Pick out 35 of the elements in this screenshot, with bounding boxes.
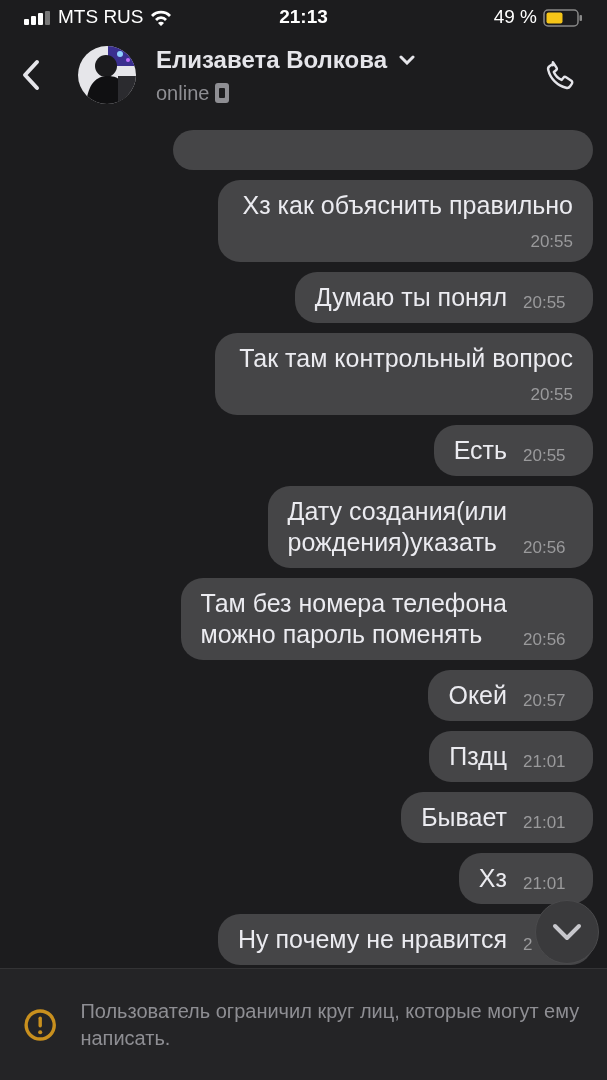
- message-text: Думаю ты понял: [314, 282, 507, 313]
- message-text: Там без номера телефона можно пароль поменять: [200, 588, 507, 650]
- battery-icon: [543, 8, 583, 27]
- phone-device-icon: [215, 83, 230, 103]
- message-time: 2: [523, 936, 533, 953]
- wifi-icon: [149, 9, 172, 26]
- message-text: Хз как объяснить правильно: [242, 190, 573, 221]
- message-time: 20:55: [530, 232, 573, 251]
- message-text: Пздц: [449, 741, 507, 772]
- message-time: 20:56: [523, 631, 566, 648]
- message-time: 21:01: [523, 814, 566, 831]
- chevron-down-icon: [399, 55, 415, 65]
- back-icon: [22, 59, 40, 91]
- signal-icon: [24, 10, 52, 25]
- contact-name[interactable]: Елизавета Волкова: [156, 42, 387, 78]
- message-text: Так там контрольный вопрос: [239, 343, 573, 374]
- battery-percent: 49 %: [493, 5, 537, 30]
- chevron-down-icon: [552, 923, 582, 941]
- notice-text: Пользователь ограничил круг лиц, которые могут ему написать.: [80, 998, 581, 1051]
- message-text: Дату создания(или рождения)указать: [287, 496, 507, 558]
- message-text: Ну почему не нравится: [238, 924, 507, 955]
- message-time: 20:57: [523, 692, 566, 709]
- message-time: 21:01: [523, 753, 566, 770]
- online-status: online: [156, 81, 210, 106]
- message-text: Бывает: [421, 802, 507, 833]
- message-text: Хз: [478, 863, 507, 894]
- message-time: 20:56: [523, 539, 566, 556]
- message-time: 20:55: [530, 385, 573, 404]
- clock: 21:13: [279, 5, 328, 30]
- message-time: 20:55: [523, 294, 566, 311]
- message-time: 20:55: [523, 447, 566, 464]
- message-text: Есть: [453, 435, 507, 466]
- message-time: 21:01: [523, 875, 566, 892]
- carrier-name: MTS RUS: [58, 5, 144, 30]
- message-text: Окей: [448, 680, 507, 711]
